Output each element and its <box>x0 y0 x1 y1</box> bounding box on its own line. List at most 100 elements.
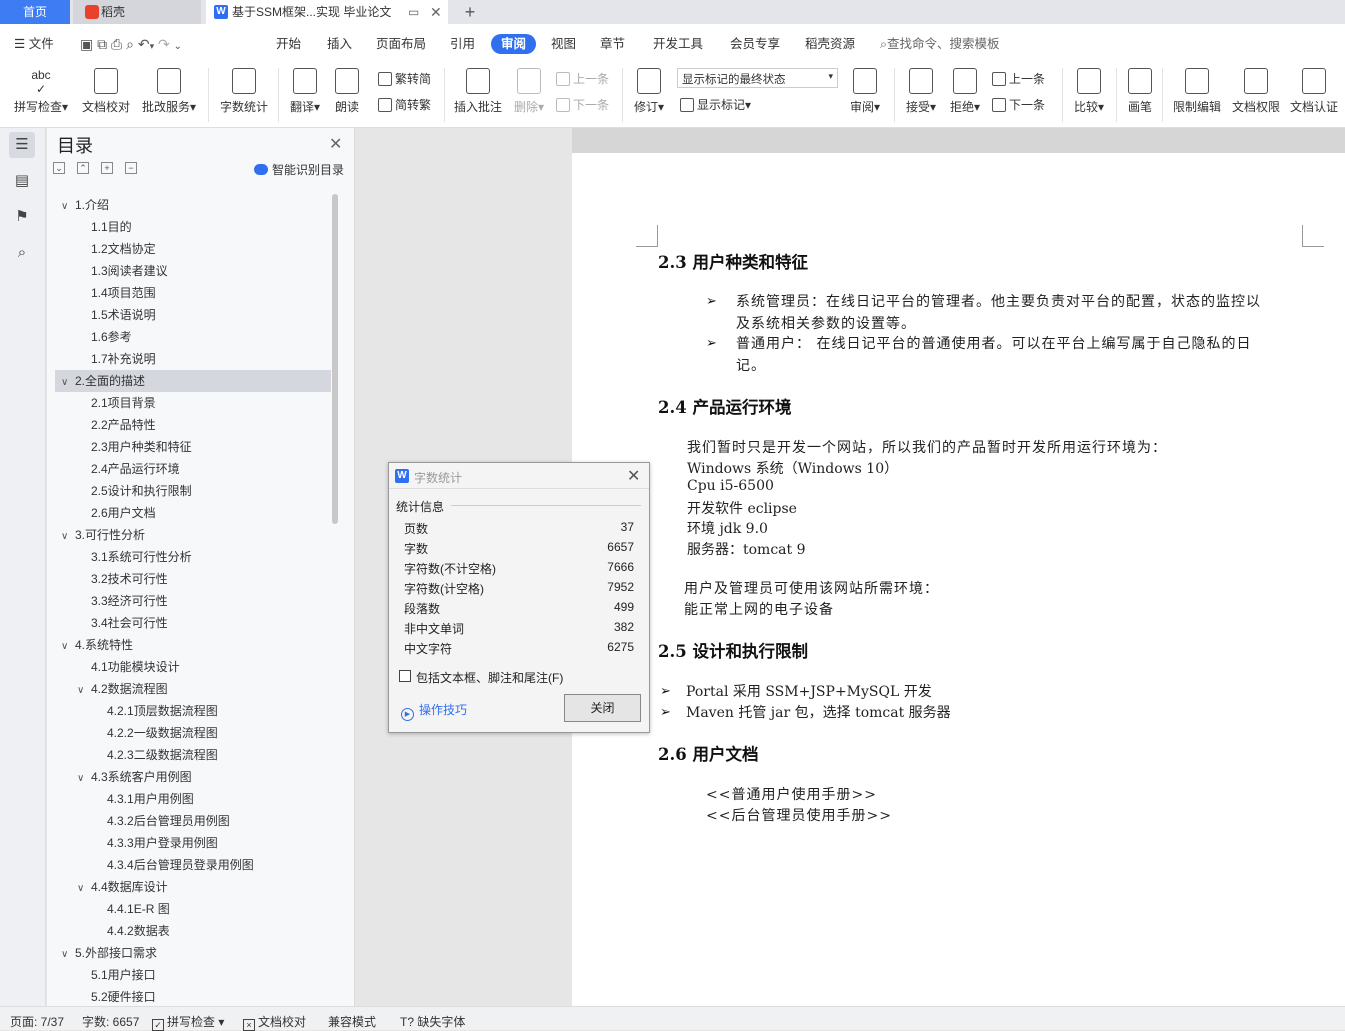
toc-item[interactable]: 4.4.2数据表 <box>55 920 331 942</box>
toc-item[interactable]: ∨ 5.外部接口需求 <box>55 942 331 964</box>
next-change-button[interactable]: 下一条 <box>992 96 1045 113</box>
tab-home[interactable]: 首页 <box>0 0 70 24</box>
chevron-down-icon[interactable]: ∨ <box>77 680 91 702</box>
menu-reference[interactable]: 引用 <box>450 34 475 54</box>
word-count-indicator[interactable]: 字数: 6657 <box>82 1013 139 1030</box>
toc-item[interactable]: 4.2.3二级数据流程图 <box>55 744 331 766</box>
translate-button[interactable]: 翻译▾ <box>286 68 324 115</box>
chevron-down-icon[interactable]: ∨ <box>77 768 91 790</box>
find-icon[interactable]: ⌕ <box>9 240 35 266</box>
menu-view[interactable]: 视图 <box>551 34 576 54</box>
toc-item[interactable]: 2.2产品特性 <box>55 414 331 436</box>
spell-check-button[interactable]: abc ✓ 拼写检查▾ <box>12 68 70 115</box>
toc-item[interactable]: 1.2文档协定 <box>55 238 331 260</box>
show-markup-button[interactable]: 显示标记▾ <box>680 96 751 113</box>
menu-start[interactable]: 开始 <box>276 34 301 54</box>
monitor-icon[interactable]: ▭ <box>408 0 419 24</box>
document-certify-button[interactable]: 文档认证 <box>1288 68 1340 115</box>
document-permission-button[interactable]: 文档权限 <box>1230 68 1282 115</box>
traditional-to-simplified-button[interactable]: 繁转简 <box>378 70 431 87</box>
delete-comment-button[interactable]: 删除▾ <box>510 68 548 115</box>
word-count-button[interactable]: 字数统计 <box>218 68 270 115</box>
toc-item[interactable]: 2.1项目背景 <box>55 392 331 414</box>
toc-item[interactable]: 2.3用户种类和特征 <box>55 436 331 458</box>
chevron-down-icon[interactable]: ∨ <box>61 526 75 548</box>
document-page[interactable]: 2.3 用户种类和特征 ➢ 系统管理员：在线日记平台的管理者。他主要负责对平台的… <box>572 153 1345 1006</box>
toc-item[interactable]: 3.1系统可行性分析 <box>55 546 331 568</box>
page-indicator[interactable]: 页面: 7/37 <box>10 1013 64 1030</box>
chevron-down-icon[interactable]: ∨ <box>61 196 75 218</box>
close-tab-icon[interactable]: ✕ <box>430 0 442 24</box>
redo-icon[interactable]: ↷ <box>158 36 170 52</box>
toc-item[interactable]: ∨ 4.2数据流程图 <box>55 678 331 700</box>
chevron-down-icon[interactable]: ∨ <box>61 372 75 394</box>
undo-icon[interactable]: ↶ <box>138 36 150 52</box>
menu-insert[interactable]: 插入 <box>327 34 352 54</box>
toc-item[interactable]: 2.4产品运行环境 <box>55 458 331 480</box>
proofread-button[interactable]: 文档校对 <box>80 68 132 115</box>
command-search[interactable]: ⌕查找命令、搜索模板 <box>880 34 1000 54</box>
bookmark-icon[interactable]: ⚑ <box>9 204 35 230</box>
toc-item[interactable]: 3.4社会可行性 <box>55 612 331 634</box>
chevron-down-icon[interactable]: ∨ <box>61 636 75 658</box>
add-heading-icon[interactable]: + <box>101 162 113 174</box>
next-comment-button[interactable]: 下一条 <box>556 96 609 113</box>
accept-button[interactable]: 接受▾ <box>902 68 940 115</box>
toc-nav-icon[interactable]: ☰ <box>9 132 35 158</box>
preview-icon[interactable]: ⌕ <box>126 36 134 52</box>
export-icon[interactable]: ⧉ <box>97 36 107 52</box>
toc-item[interactable]: ∨ 4.3系统客户用例图 <box>55 766 331 788</box>
file-menu[interactable]: ☰ 文件 <box>14 34 54 54</box>
toc-item[interactable]: 4.4.1E-R 图 <box>55 898 331 920</box>
more-icon[interactable]: ⌄ <box>174 41 182 52</box>
toc-item[interactable]: ∨ 3.可行性分析 <box>55 524 331 546</box>
toc-item[interactable]: 3.3经济可行性 <box>55 590 331 612</box>
toc-item[interactable]: 1.1目的 <box>55 216 331 238</box>
spell-check-toggle[interactable]: ✓ 拼写检查 ▾ <box>152 1013 224 1031</box>
toc-item[interactable]: ∨ 4.系统特性 <box>55 634 331 656</box>
toc-item[interactable]: 4.3.1用户用例图 <box>55 788 331 810</box>
menu-review[interactable]: 审阅 <box>491 34 537 54</box>
include-textbox-checkbox[interactable] <box>399 670 411 682</box>
toc-item[interactable]: 4.3.2后台管理员用例图 <box>55 810 331 832</box>
toc-scrollbar[interactable] <box>332 194 338 524</box>
toc-item[interactable]: 4.2.1顶层数据流程图 <box>55 700 331 722</box>
toc-item[interactable]: 5.2硬件接口 <box>55 986 331 1002</box>
toc-item[interactable]: ∨ 2.全面的描述 <box>55 370 331 392</box>
simplified-to-traditional-button[interactable]: 简转繁 <box>378 96 431 113</box>
smart-toc-button[interactable]: 智能识别目录 <box>254 161 344 178</box>
toc-item[interactable]: ∨ 1.介绍 <box>55 194 331 216</box>
toc-item[interactable]: 4.1功能模块设计 <box>55 656 331 678</box>
toc-item[interactable]: 4.3.3用户登录用例图 <box>55 832 331 854</box>
markup-state-select[interactable]: 显示标记的最终状态 ▾ <box>677 68 838 88</box>
menu-member[interactable]: 会员专享 <box>730 34 780 54</box>
new-tab-button[interactable]: + <box>458 0 482 24</box>
toc-item[interactable]: 1.7补充说明 <box>55 348 331 370</box>
menu-daoke-resources[interactable]: 稻壳资源 <box>805 34 855 54</box>
menu-chapter[interactable]: 章节 <box>600 34 625 54</box>
toc-item[interactable]: 4.3.4后台管理员登录用例图 <box>55 854 331 876</box>
missing-font-button[interactable]: T? 缺失字体 <box>400 1013 465 1030</box>
menu-layout[interactable]: 页面布局 <box>376 34 426 54</box>
chapter-nav-icon[interactable]: ▤ <box>9 168 35 194</box>
tab-daoke[interactable]: 稻壳 <box>73 0 201 24</box>
restrict-editing-button[interactable]: 限制编辑 <box>1170 68 1224 115</box>
reject-button[interactable]: 拒绝▾ <box>946 68 984 115</box>
compare-button[interactable]: 比较▾ <box>1070 68 1108 115</box>
remove-heading-icon[interactable]: − <box>125 162 137 174</box>
prev-change-button[interactable]: 上一条 <box>992 70 1045 87</box>
collapse-all-icon[interactable]: ⌄ <box>53 162 65 174</box>
expand-up-icon[interactable]: ⌃ <box>77 162 89 174</box>
read-aloud-button[interactable]: 朗读 <box>330 68 364 115</box>
close-icon[interactable]: ✕ <box>627 466 640 486</box>
toc-item[interactable]: 1.4项目范围 <box>55 282 331 304</box>
dialog-titlebar[interactable]: W 字数统计 ✕ <box>389 463 649 489</box>
proofread-status[interactable]: × 文档校对 <box>243 1013 306 1031</box>
revise-button[interactable]: 修订▾ <box>630 68 668 115</box>
print-icon[interactable]: ⎙ <box>111 36 122 52</box>
toc-item[interactable]: 2.6用户文档 <box>55 502 331 524</box>
chevron-down-icon[interactable]: ∨ <box>61 944 75 966</box>
correction-service-button[interactable]: 批改服务▾ <box>140 68 198 115</box>
toc-item[interactable]: 3.2技术可行性 <box>55 568 331 590</box>
menu-devtools[interactable]: 开发工具 <box>653 34 703 54</box>
